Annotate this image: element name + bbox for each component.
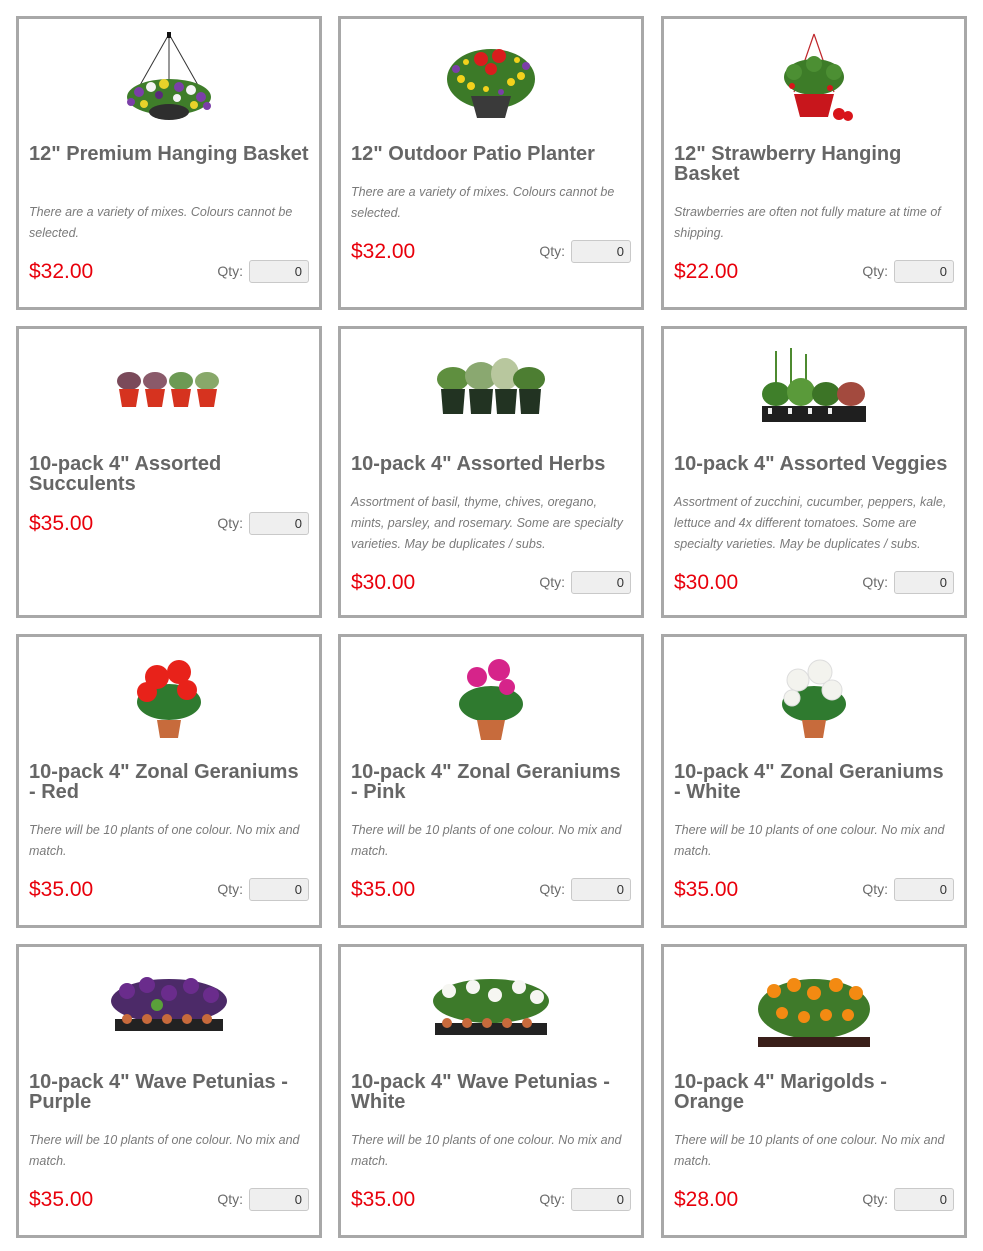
- qty-label: Qty:: [539, 1191, 565, 1207]
- qty-label: Qty:: [539, 574, 565, 590]
- qty-label: Qty:: [217, 263, 243, 279]
- qty-label: Qty:: [217, 1191, 243, 1207]
- qty-input[interactable]: 0: [249, 512, 309, 535]
- product-card: 10-pack 4" Wave Petunias - Purple There …: [16, 944, 322, 1238]
- petunia-white-image[interactable]: [341, 957, 641, 1057]
- product-title[interactable]: 10-pack 4" Zonal Geraniums - Pink: [351, 762, 631, 802]
- qty-label: Qty:: [862, 263, 888, 279]
- product-description: There will be 10 plants of one colour. N…: [351, 1133, 622, 1168]
- product-title[interactable]: 10-pack 4" Marigolds - Orange: [674, 1072, 954, 1112]
- veggies-image[interactable]: [664, 339, 964, 439]
- product-price: $35.00: [29, 878, 94, 901]
- qty-label: Qty:: [539, 881, 565, 897]
- marigold-orange-image[interactable]: [664, 957, 964, 1057]
- product-description: There will be 10 plants of one colour. N…: [674, 823, 945, 858]
- product-title[interactable]: 10-pack 4" Zonal Geraniums - Red: [29, 762, 309, 802]
- qty-label: Qty:: [862, 1191, 888, 1207]
- petunia-purple-image[interactable]: [19, 957, 319, 1057]
- qty-input[interactable]: 0: [249, 1188, 309, 1211]
- product-card: 10-pack 4" Marigolds - Orange There will…: [661, 944, 967, 1238]
- qty-input[interactable]: 0: [249, 260, 309, 283]
- product-card: 12" Strawberry Hanging Basket Strawberri…: [661, 16, 967, 310]
- strawberry-basket-image[interactable]: [664, 29, 964, 129]
- product-description: There are a variety of mixes. Colours ca…: [351, 185, 615, 220]
- qty-input[interactable]: 0: [249, 878, 309, 901]
- product-title[interactable]: 10-pack 4" Assorted Herbs: [351, 454, 631, 474]
- product-card: 10-pack 4" Zonal Geraniums - White There…: [661, 634, 967, 928]
- product-title[interactable]: 10-pack 4" Assorted Veggies: [674, 454, 954, 474]
- qty-label: Qty:: [862, 881, 888, 897]
- product-price: $35.00: [29, 512, 94, 535]
- product-description: There are a variety of mixes. Colours ca…: [29, 205, 293, 240]
- hanging-basket-image[interactable]: [19, 29, 319, 129]
- product-price: $35.00: [351, 878, 416, 901]
- product-price: $22.00: [674, 260, 739, 283]
- product-title[interactable]: 10-pack 4" Zonal Geraniums - White: [674, 762, 954, 802]
- product-description: There will be 10 plants of one colour. N…: [351, 823, 622, 858]
- qty-label: Qty:: [217, 515, 243, 531]
- product-card: 12" Outdoor Patio Planter There are a va…: [338, 16, 644, 310]
- product-title[interactable]: 12" Outdoor Patio Planter: [351, 144, 631, 164]
- qty-input[interactable]: 0: [894, 260, 954, 283]
- product-price: $35.00: [29, 1188, 94, 1211]
- herbs-image[interactable]: [341, 339, 641, 439]
- succulents-image[interactable]: [19, 339, 319, 439]
- product-price: $28.00: [674, 1188, 739, 1211]
- qty-label: Qty:: [217, 881, 243, 897]
- qty-input[interactable]: 0: [571, 240, 631, 263]
- product-title[interactable]: 12" Strawberry Hanging Basket: [674, 144, 954, 184]
- qty-input[interactable]: 0: [571, 1188, 631, 1211]
- qty-label: Qty:: [539, 243, 565, 259]
- product-description: Assortment of zucchini, cucumber, pepper…: [674, 495, 947, 551]
- product-price: $35.00: [351, 1188, 416, 1211]
- product-title[interactable]: 10-pack 4" Wave Petunias - White: [351, 1072, 631, 1112]
- patio-planter-image[interactable]: [341, 29, 641, 129]
- qty-input[interactable]: 0: [894, 878, 954, 901]
- qty-input[interactable]: 0: [894, 571, 954, 594]
- qty-label: Qty:: [862, 574, 888, 590]
- product-price: $32.00: [29, 260, 94, 283]
- product-card: 10-pack 4" Assorted Succulents $35.00 Qt…: [16, 326, 322, 618]
- product-card: 10-pack 4" Assorted Veggies Assortment o…: [661, 326, 967, 618]
- product-price: $30.00: [351, 571, 416, 594]
- product-description: There will be 10 plants of one colour. N…: [29, 1133, 300, 1168]
- product-card: 10-pack 4" Zonal Geraniums - Pink There …: [338, 634, 644, 928]
- product-description: There will be 10 plants of one colour. N…: [29, 823, 300, 858]
- product-title[interactable]: 12" Premium Hanging Basket: [29, 144, 309, 164]
- product-card: 10-pack 4" Assorted Herbs Assortment of …: [338, 326, 644, 618]
- qty-input[interactable]: 0: [894, 1188, 954, 1211]
- product-title[interactable]: 10-pack 4" Assorted Succulents: [29, 454, 309, 494]
- product-card: 10-pack 4" Wave Petunias - White There w…: [338, 944, 644, 1238]
- product-description: Strawberries are often not fully mature …: [674, 205, 941, 240]
- product-title[interactable]: 10-pack 4" Wave Petunias - Purple: [29, 1072, 309, 1112]
- geranium-white-image[interactable]: [664, 647, 964, 747]
- product-price: $30.00: [674, 571, 739, 594]
- product-description: There will be 10 plants of one colour. N…: [674, 1133, 945, 1168]
- product-card: 10-pack 4" Zonal Geraniums - Red There w…: [16, 634, 322, 928]
- product-card: 12" Premium Hanging Basket There are a v…: [16, 16, 322, 310]
- geranium-red-image[interactable]: [19, 647, 319, 747]
- product-description: Assortment of basil, thyme, chives, oreg…: [351, 495, 623, 551]
- geranium-pink-image[interactable]: [341, 647, 641, 747]
- product-price: $35.00: [674, 878, 739, 901]
- product-price: $32.00: [351, 240, 416, 263]
- qty-input[interactable]: 0: [571, 571, 631, 594]
- qty-input[interactable]: 0: [571, 878, 631, 901]
